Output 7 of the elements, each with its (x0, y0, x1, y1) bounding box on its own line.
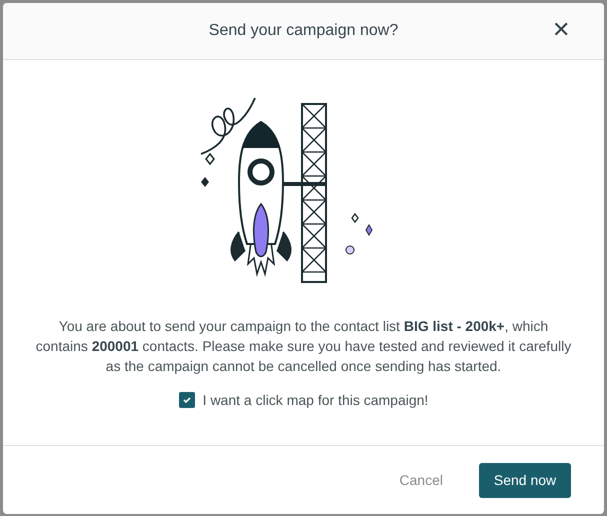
dialog-title: Send your campaign now? (208, 22, 398, 40)
send-button[interactable]: Send now (479, 462, 571, 498)
confirmation-message: You are about to send your campaign to the contact list BIG list - 200k+, which contains 200001 contacts. Please make sure you have tested and reviewed it carefully as the campaign cannot be cancelled once sending has started. (34, 317, 572, 376)
checkbox[interactable] (178, 392, 195, 408)
close-button[interactable]: ✕ (548, 17, 574, 43)
check-icon (182, 395, 192, 405)
checkbox-label: I want a click map for this campaign! (202, 392, 428, 408)
